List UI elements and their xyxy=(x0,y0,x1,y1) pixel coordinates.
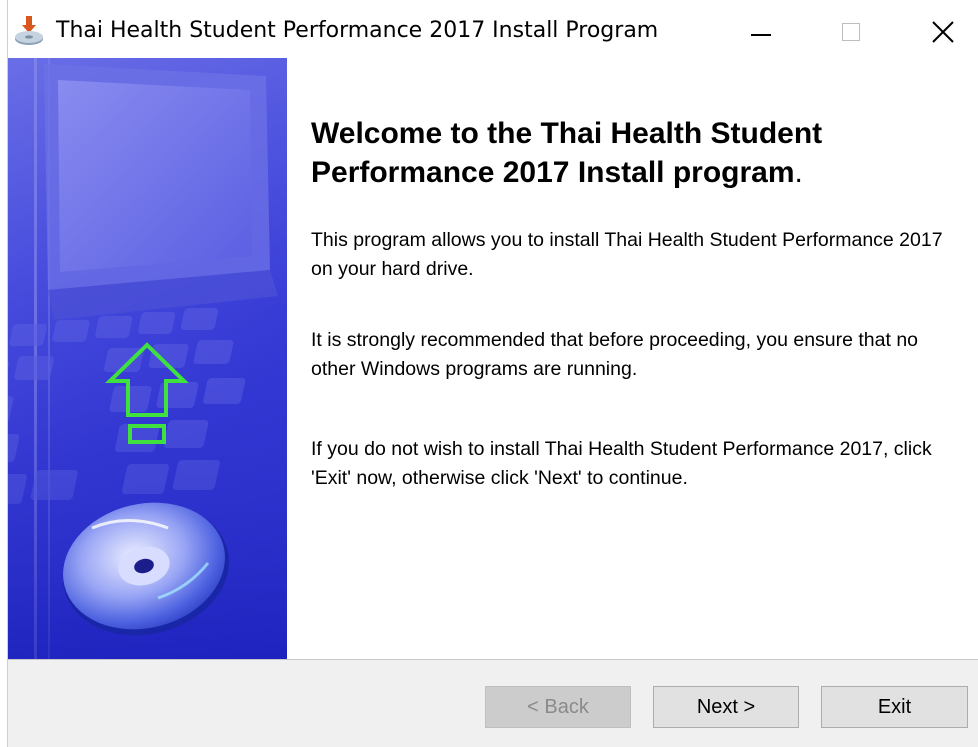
recommendation-paragraph: It is strongly recommended that before p… xyxy=(311,329,919,380)
installer-app-icon xyxy=(15,16,43,45)
welcome-heading-text: Welcome to the Thai Health Student Perfo… xyxy=(311,117,823,189)
exit-instructions-paragraph: If you do not wish to install Thai Healt… xyxy=(311,438,932,489)
next-button[interactable]: Next > xyxy=(653,686,799,728)
banner-artwork xyxy=(8,58,287,659)
exit-button[interactable]: Exit xyxy=(821,686,968,728)
welcome-heading-period: . xyxy=(794,156,803,189)
close-button[interactable] xyxy=(896,0,978,58)
title-bar[interactable]: Thai Health Student Performance 2017 Ins… xyxy=(0,0,978,58)
minimize-icon xyxy=(751,34,771,36)
back-button: < Back xyxy=(485,686,631,728)
installer-banner-image xyxy=(8,58,287,659)
installer-window: Thai Health Student Performance 2017 Ins… xyxy=(0,0,978,747)
minimize-button[interactable] xyxy=(716,0,806,58)
close-icon xyxy=(932,21,954,43)
window-title: Thai Health Student Performance 2017 Ins… xyxy=(56,18,659,43)
maximize-icon xyxy=(842,23,860,41)
welcome-heading: Welcome to the Thai Health Student Perfo… xyxy=(311,114,911,192)
maximize-button xyxy=(806,0,896,58)
intro-paragraph: This program allows you to install Thai … xyxy=(311,229,943,280)
